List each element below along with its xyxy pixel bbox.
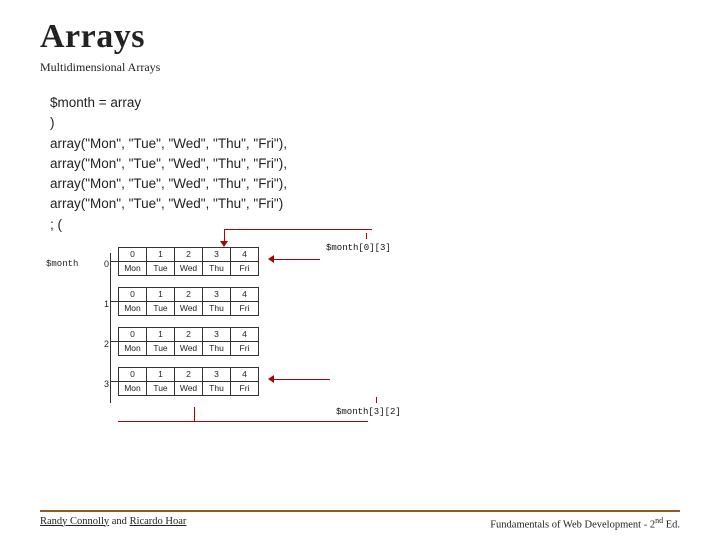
col-index: 2 — [175, 367, 203, 381]
spine-tick — [110, 381, 118, 382]
array-diagram: $month 0 0 1 2 3 4 Mon Tue — [76, 247, 636, 447]
row-1: 1 0 1 2 3 4 Mon Tue Wed Thu Fri — [118, 287, 259, 323]
col-index: 3 — [203, 327, 231, 341]
code-line: ) — [50, 113, 680, 133]
col-index: 1 — [147, 367, 175, 381]
annotation-top: $month[0][3] — [326, 243, 391, 253]
arrow-mark — [376, 397, 377, 403]
code-line: array("Mon", "Tue", "Wed", "Thu", "Fri") — [50, 194, 680, 214]
col-index: 0 — [119, 247, 147, 261]
col-index: 0 — [119, 327, 147, 341]
col-index: 1 — [147, 287, 175, 301]
col-index: 2 — [175, 327, 203, 341]
cell: Fri — [231, 341, 259, 355]
cell: Mon — [119, 301, 147, 315]
annotation-bottom: $month[3][2] — [336, 407, 401, 417]
cell: Tue — [147, 301, 175, 315]
arrow-line — [224, 229, 372, 230]
cell: Thu — [203, 301, 231, 315]
code-line: array("Mon", "Tue", "Wed", "Thu", "Fri")… — [50, 134, 680, 154]
cell: Wed — [175, 261, 203, 275]
col-index: 2 — [175, 247, 203, 261]
col-index: 0 — [119, 367, 147, 381]
cell: Fri — [231, 301, 259, 315]
page-title: Arrays — [40, 18, 680, 56]
arrow-line — [272, 379, 330, 380]
author-name: Ricardo Hoar — [130, 516, 187, 527]
code-line: array("Mon", "Tue", "Wed", "Thu", "Fri")… — [50, 154, 680, 174]
code-line: $month = array — [50, 93, 680, 113]
cell: Tue — [147, 381, 175, 395]
code-block: $month = array ) array("Mon", "Tue", "We… — [50, 93, 680, 235]
arrow-head-icon — [220, 241, 228, 247]
sub-array-table: 0 1 2 3 4 Mon Tue Wed Thu Fri — [118, 247, 259, 276]
subtitle: Multidimensional Arrays — [40, 60, 680, 75]
footer: Randy Connolly and Ricardo Hoar Fundamen… — [40, 510, 680, 531]
footer-text: and — [109, 516, 129, 527]
arrow-mark — [366, 233, 367, 239]
col-index: 4 — [231, 327, 259, 341]
col-index: 3 — [203, 247, 231, 261]
cell: Thu — [203, 341, 231, 355]
row-index: 1 — [104, 299, 109, 309]
col-index: 3 — [203, 287, 231, 301]
cell: Tue — [147, 261, 175, 275]
col-index: 1 — [147, 247, 175, 261]
row-index: 2 — [104, 339, 109, 349]
cell: Fri — [231, 381, 259, 395]
col-index: 2 — [175, 287, 203, 301]
cell: Thu — [203, 381, 231, 395]
footer-right: Fundamentals of Web Development - 2nd Ed… — [490, 516, 680, 531]
arrow-line — [118, 421, 368, 422]
cell: Tue — [147, 341, 175, 355]
row-0: 0 0 1 2 3 4 Mon Tue Wed Thu Fri — [118, 247, 259, 283]
arrow-line — [272, 259, 320, 260]
row-3: 3 0 1 2 3 4 Mon Tue Wed Thu Fri — [118, 367, 259, 403]
code-line: ; ( — [50, 215, 680, 235]
footer-text: Ed. — [663, 519, 680, 530]
row-index: 0 — [104, 259, 109, 269]
arrow-head-icon — [268, 375, 274, 383]
spine-tick — [110, 261, 118, 262]
col-index: 4 — [231, 247, 259, 261]
arrow-head-icon — [268, 255, 274, 263]
col-index: 0 — [119, 287, 147, 301]
var-label: $month — [46, 259, 78, 269]
cell: Mon — [119, 261, 147, 275]
col-index: 1 — [147, 327, 175, 341]
code-line: array("Mon", "Tue", "Wed", "Thu", "Fri")… — [50, 174, 680, 194]
arrow-line — [194, 407, 195, 421]
col-index: 4 — [231, 367, 259, 381]
row-2: 2 0 1 2 3 4 Mon Tue Wed Thu Fri — [118, 327, 259, 363]
book-title: Fundamentals of Web Development - 2 — [490, 519, 655, 530]
rows: 0 0 1 2 3 4 Mon Tue Wed Thu Fri — [118, 247, 259, 407]
cell: Wed — [175, 341, 203, 355]
sub-array-table: 0 1 2 3 4 Mon Tue Wed Thu Fri — [118, 327, 259, 356]
spine-tick — [110, 301, 118, 302]
spine-tick — [110, 341, 118, 342]
cell: Mon — [119, 381, 147, 395]
cell: Thu — [203, 261, 231, 275]
cell: Wed — [175, 301, 203, 315]
sub-array-table: 0 1 2 3 4 Mon Tue Wed Thu Fri — [118, 367, 259, 396]
author-name: Randy Connolly — [40, 516, 109, 527]
sub-array-table: 0 1 2 3 4 Mon Tue Wed Thu Fri — [118, 287, 259, 316]
col-index: 3 — [203, 367, 231, 381]
cell: Mon — [119, 341, 147, 355]
cell: Fri — [231, 261, 259, 275]
footer-left: Randy Connolly and Ricardo Hoar — [40, 516, 186, 531]
col-index: 4 — [231, 287, 259, 301]
cell: Wed — [175, 381, 203, 395]
row-index: 3 — [104, 379, 109, 389]
ordinal-suffix: nd — [655, 516, 663, 525]
